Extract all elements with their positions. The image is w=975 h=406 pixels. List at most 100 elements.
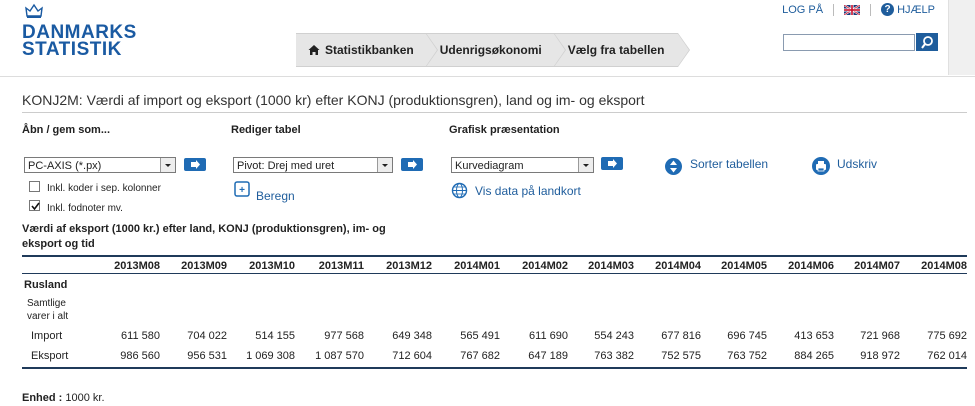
column-header: 2014M02 [522,260,568,272]
format-select-value: PC-AXIS (*.px) [28,160,102,172]
column-header: 2014M08 [921,260,967,272]
breadcrumb-udenrigsokonomi[interactable]: Udenrigsøkonomi [425,33,566,67]
pivot-select[interactable]: Pivot: Drej med uret [233,157,393,173]
breadcrumb: Statistikbanken Udenrigsøkonomi Vælg fra… [296,33,691,67]
format-go-button[interactable] [184,158,206,171]
header-divider [0,76,975,77]
column-header: 2013M12 [386,260,432,272]
search-button[interactable] [916,33,938,51]
chevron-down-icon [578,158,593,172]
chart-type-select[interactable]: Kurvediagram [451,157,594,173]
table-cell: 704 022 [187,330,227,342]
column-header: 2013M11 [318,260,364,272]
breadcrumb-vaelg-fra-tabellen[interactable]: Vælg fra tabellen [553,33,691,67]
home-icon [308,45,320,55]
table-caption-line2: eksport og tid [22,238,95,250]
pivot-go-button[interactable] [401,158,423,171]
breadcrumb-label: Vælg fra tabellen [567,43,665,57]
breadcrumb-home[interactable]: Statistikbanken [296,33,438,67]
format-select[interactable]: PC-AXIS (*.px) [24,157,176,173]
unit-label: Enhed : [22,392,63,404]
print-link[interactable]: Udskriv [837,157,877,171]
table-cell: 712 604 [392,350,432,362]
pivot-select-value: Pivot: Drej med uret [237,160,335,172]
chevron-down-icon [377,158,392,172]
uk-flag-icon[interactable] [844,4,861,15]
page-title: KONJ2M: Værdi af import og eksport (1000… [22,92,645,108]
help-icon[interactable]: ? [881,3,895,16]
table-cell: 763 382 [594,350,634,362]
column-header: 2014M07 [854,260,900,272]
logo-line2: STATISTIK [22,39,122,60]
column-header: 2014M04 [655,260,701,272]
table-cell: 677 816 [661,330,701,342]
table-cell: 647 189 [528,350,568,362]
chart-type-select-value: Kurvediagram [455,160,524,172]
column-header: 2014M05 [721,260,767,272]
print-icon[interactable] [811,156,831,176]
search-input[interactable] [783,34,915,51]
scrollbar[interactable] [948,0,975,75]
sort-icon[interactable] [664,157,683,176]
breadcrumb-label: Udenrigsøkonomi [439,43,542,57]
subgroup-line2: varer i alt [27,311,69,322]
table-cell: 413 653 [794,330,834,342]
divider [870,3,872,16]
arrow-right-icon [608,159,617,168]
table-cell: 721 968 [860,330,900,342]
footnotes-checkbox-label: Inkl. fodnoter mv. [47,203,123,214]
table-cell: 762 014 [927,350,967,362]
divider [833,3,835,16]
table-cell: 611 580 [121,330,160,342]
column-header: 2013M09 [181,260,227,272]
subgroup-line1: Samtlige [27,298,66,309]
table-cell: 763 752 [727,350,767,362]
table-caption-line1: Værdi af eksport (1000 kr.) efter land, … [22,223,386,235]
table-cell: 565 491 [460,330,500,342]
table-cell: 752 575 [661,350,701,362]
table-header-rule [22,273,967,274]
help-link[interactable]: HJÆLP [897,4,935,16]
table-cell: 918 972 [860,350,900,362]
table-cell: 649 348 [392,330,432,342]
column-header: 2014M06 [788,260,834,272]
map-link[interactable]: Vis data på landkort [475,184,581,198]
table-subgroup-label: Samtlige varer i alt [27,297,68,323]
unit-line: Enhed : 1000 kr. [22,392,105,404]
footnotes-checkbox[interactable] [29,200,40,211]
globe-icon[interactable] [451,182,468,199]
checkmark-icon [31,202,40,211]
table-cell: 977 568 [324,330,364,342]
arrow-right-icon [408,160,417,169]
codes-checkbox-label: Inkl. koder i sep. kolonner [47,183,161,194]
logo[interactable]: DANMARKS STATISTIK [22,23,137,60]
column-header: 2013M10 [249,260,295,272]
calculator-icon[interactable]: + [234,181,250,197]
codes-checkbox[interactable] [29,181,40,192]
calc-link[interactable]: Beregn [256,189,295,203]
open-save-heading: Åbn / gem som... [22,124,111,136]
table-cell: 1 087 570 [315,350,364,362]
table-cell: 611 690 [529,330,568,342]
table-group-label: Rusland [24,279,68,291]
table-cell: 767 682 [460,350,500,362]
column-header: 2014M01 [454,260,500,272]
breadcrumb-label: Statistikbanken [325,43,414,57]
chevron-down-icon [160,158,175,172]
sort-link[interactable]: Sorter tabellen [690,157,768,171]
table-cell: 956 531 [187,350,227,362]
table-bottom-rule [22,367,967,369]
unit-value: 1000 kr. [65,392,105,404]
crown-icon [25,3,43,18]
table-cell: 514 155 [255,330,295,342]
table-cell: 986 560 [120,350,160,362]
arrow-right-icon [191,160,200,169]
login-link[interactable]: LOG PÅ [782,4,823,16]
search-icon [921,36,933,49]
row-label: Eksport [31,350,69,362]
chart-go-button[interactable] [601,157,623,170]
table-cell: 1 069 308 [246,350,295,362]
graphic-heading: Grafisk præsentation [449,124,560,136]
row-label: Import [31,330,63,342]
edit-table-heading: Rediger tabel [231,124,301,136]
